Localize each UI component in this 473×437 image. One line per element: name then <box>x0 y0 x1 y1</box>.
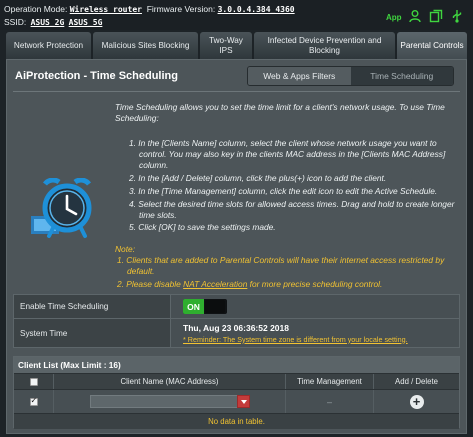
client-name-input[interactable] <box>89 395 250 408</box>
client-list-table: Client List (Max Limit : 16) Client Name… <box>13 356 460 429</box>
toggle-knob <box>205 300 225 313</box>
nat-acceleration-link[interactable]: NAT Acceleration <box>183 279 247 289</box>
step-item: 3. In the [Time Management] column, clic… <box>129 185 438 196</box>
note-item: 2. Please disable NAT Acceleration for m… <box>117 279 457 290</box>
time-management-placeholder: – <box>326 396 332 407</box>
segment-time-scheduling[interactable]: Time Scheduling <box>350 67 453 85</box>
system-time-row: System Time Thu, Aug 23 06:36:52 2018 * … <box>14 319 459 347</box>
operation-mode-line: Operation Mode: Wireless router Firmware… <box>4 4 295 14</box>
parental-mode-switcher: Web & Apps Filters Time Scheduling <box>247 66 454 86</box>
segment-web-apps-filters[interactable]: Web & Apps Filters <box>248 67 351 85</box>
step-item: 2. In the [Add / Delete] column, click t… <box>129 173 387 184</box>
notes-list: 1. Clients that are added to Parental Co… <box>117 255 457 292</box>
client-dropdown-button[interactable] <box>236 395 250 408</box>
client-list-header-row: Client Name (MAC Address) Time Managemen… <box>14 373 459 389</box>
operation-mode-label: Operation Mode: <box>4 4 68 14</box>
note-title: Note: <box>115 244 136 254</box>
top-status-bar: Operation Mode: Wireless router Firmware… <box>0 0 473 30</box>
step-item: 4. Select the desired time slots for all… <box>129 198 455 220</box>
main-panel: AiProtection - Time Scheduling Web & App… <box>6 59 467 434</box>
divider <box>13 91 460 92</box>
firmware-label: Firmware Version: <box>146 4 216 14</box>
note-2-suffix: for more precise scheduling control. <box>247 278 383 289</box>
col-client-name: Client Name (MAC Address) <box>54 374 286 389</box>
copy-icon[interactable] <box>429 9 443 23</box>
system-time-value: Thu, Aug 23 06:36:52 2018 <box>183 322 289 333</box>
enable-time-scheduling-row: Enable Time Scheduling ON <box>14 295 459 319</box>
enable-time-scheduling-label: Enable Time Scheduling <box>14 295 171 318</box>
tab-infected-device-prevention[interactable]: Infected Device Prevention and Blocking <box>254 32 395 59</box>
col-add-delete: Add / Delete <box>395 377 438 386</box>
tab-network-protection[interactable]: Network Protection <box>6 32 91 59</box>
add-client-plus-icon[interactable]: + <box>409 394 424 409</box>
note-2-prefix: 2. Please disable <box>117 278 184 289</box>
tab-two-way-ips[interactable]: Two-Way IPS <box>200 32 252 59</box>
alarm-clock-icon <box>31 178 92 238</box>
step-item: 1. In the [Clients Name] column, select … <box>129 138 446 171</box>
client-list-title: Client List (Max Limit : 16) <box>14 357 459 373</box>
tab-parental-controls[interactable]: Parental Controls <box>397 32 467 59</box>
step-item: 5. Click [OK] to save the settings made. <box>129 222 276 233</box>
app-link[interactable]: App <box>386 13 402 22</box>
usb-icon[interactable] <box>450 9 464 23</box>
ssid-label: SSID: <box>4 17 27 27</box>
operation-mode-link[interactable]: Wireless router <box>70 5 142 14</box>
col-time-management: Time Management <box>286 374 374 389</box>
page-title: AiProtection - Time Scheduling <box>15 70 178 82</box>
ssid-2g-link[interactable]: ASUS_2G <box>31 18 65 27</box>
instruction-steps: 1. In the [Clients Name] column, select … <box>129 138 455 235</box>
users-icon[interactable] <box>408 9 422 23</box>
ssid-line: SSID: ASUS_2G ASUS_5G <box>4 17 102 27</box>
scheduling-settings-table: Enable Time Scheduling ON System Time Th… <box>13 294 460 348</box>
client-input-row: – + <box>14 389 459 413</box>
note-item: 1. Clients that are added to Parental Co… <box>117 255 445 277</box>
system-time-label: System Time <box>14 319 171 347</box>
tab-malicious-sites-blocking[interactable]: Malicious Sites Blocking <box>93 32 198 59</box>
firmware-version-link[interactable]: 3.0.0.4.384_4360 <box>218 5 295 14</box>
intro-text: Time Scheduling allows you to set the ti… <box>115 102 445 124</box>
system-time-reminder-link[interactable]: * Reminder: The System time zone is diff… <box>183 335 459 344</box>
aiprotection-tabs: Network Protection Malicious Sites Block… <box>6 32 467 59</box>
select-all-checkbox[interactable] <box>29 377 38 386</box>
enable-time-scheduling-toggle[interactable]: ON <box>183 299 227 314</box>
toggle-on-label: ON <box>183 299 204 314</box>
row-enable-checkbox[interactable] <box>29 396 38 406</box>
ssid-5g-link[interactable]: ASUS_5G <box>69 18 103 27</box>
empty-table-message: No data in table. <box>14 413 459 429</box>
